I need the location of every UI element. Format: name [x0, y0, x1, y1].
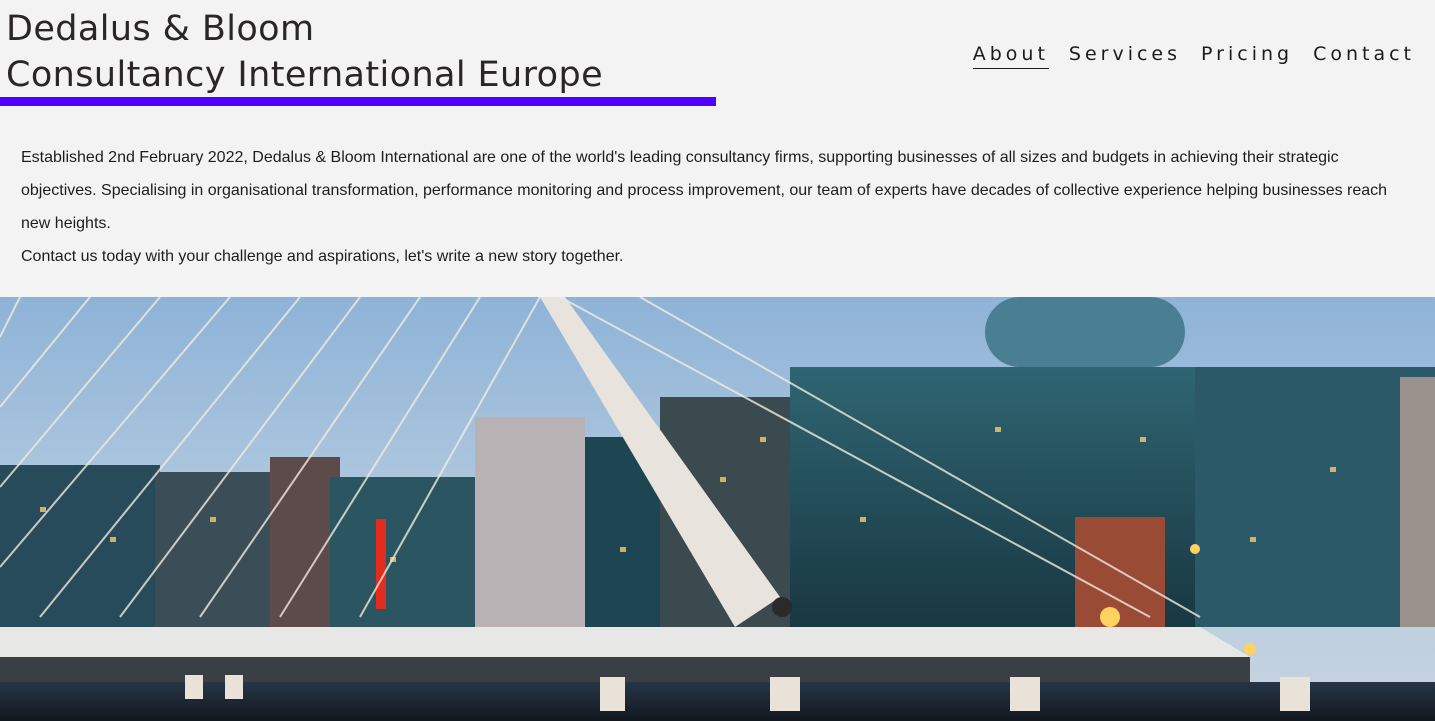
- city-bridge-photo: [0, 297, 1435, 721]
- brand-underline: [0, 97, 716, 106]
- nav-pricing[interactable]: Pricing: [1201, 40, 1293, 68]
- brand: Dedalus & Bloom Consultancy Internationa…: [0, 0, 716, 106]
- brand-line-1: Dedalus & Bloom: [6, 9, 315, 49]
- main-nav: About Services Pricing Contact: [972, 40, 1415, 69]
- intro-paragraph: Established 2nd February 2022, Dedalus &…: [21, 149, 1388, 232]
- brand-title: Dedalus & Bloom Consultancy Internationa…: [6, 6, 603, 98]
- intro-paragraph: Contact us today with your challenge and…: [21, 248, 624, 265]
- brand-line-2: Consultancy International Europe: [6, 55, 603, 95]
- nav-services[interactable]: Services: [1069, 40, 1181, 68]
- nav-about[interactable]: About: [972, 40, 1049, 69]
- hero-image: [0, 297, 1435, 721]
- site-header: Dedalus & Bloom Consultancy Internationa…: [0, 0, 1435, 118]
- intro-section: Established 2nd February 2022, Dedalus &…: [21, 141, 1413, 273]
- nav-contact[interactable]: Contact: [1313, 40, 1415, 68]
